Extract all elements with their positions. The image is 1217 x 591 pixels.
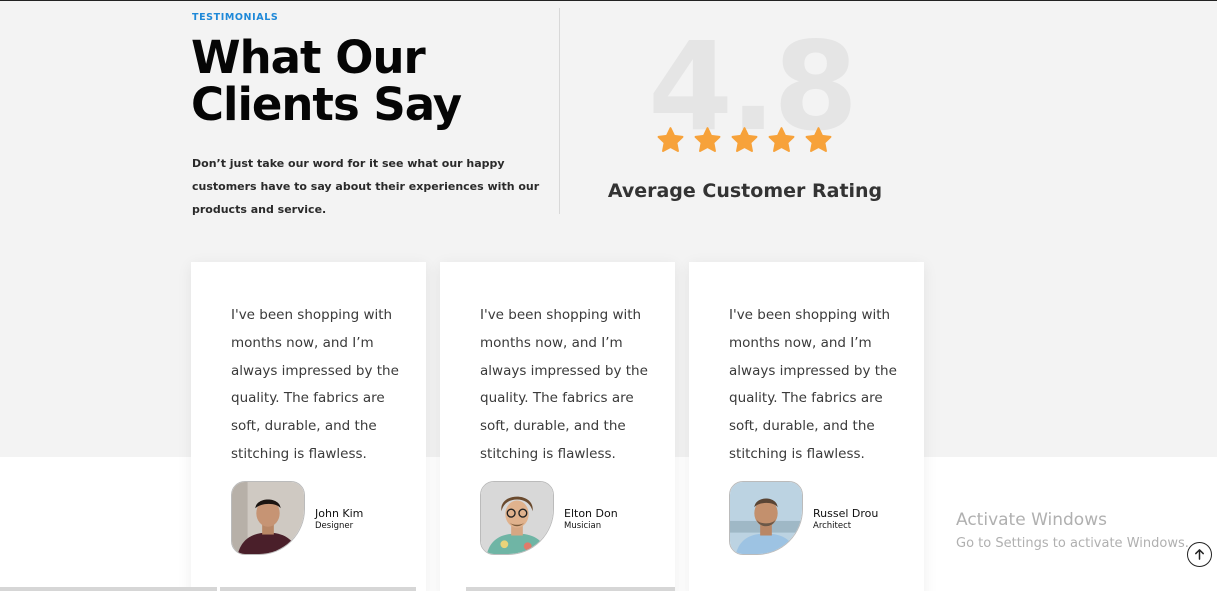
section-title-line1: What Our [191,31,426,84]
activate-windows-title: Activate Windows [956,510,1107,530]
scrollbar-track[interactable] [0,587,217,591]
testimonial-name: Elton Don [564,507,618,520]
scrollbar-track[interactable] [220,587,416,591]
avatar-photo [481,482,553,554]
arrow-up-icon [1195,549,1204,560]
testimonial-role: Musician [564,521,602,531]
testimonial-quote: I've been shopping with months now, and … [231,307,399,462]
testimonial-card: I've been shopping with months now, and … [440,262,675,591]
scrollbar-track[interactable] [466,587,675,591]
activate-windows-subtitle: Go to Settings to activate Windows. [956,536,1189,551]
rating-caption: Average Customer Rating [607,180,883,202]
avatar-photo [730,482,802,554]
star-icon [731,127,758,152]
section-eyebrow: TESTIMONIALS [192,12,279,23]
testimonial-card: I've been shopping with months now, and … [191,262,426,591]
star-icon [657,127,684,152]
section-title-line2: Clients Say [191,78,462,131]
section-title: What Our Clients Say [191,34,531,128]
testimonial-role: Architect [813,521,852,531]
avatar [729,481,803,555]
testimonial-name: Russel Drou [813,507,879,520]
testimonial-card: I've been shopping with months now, and … [689,262,924,591]
testimonial-role: Designer [315,521,354,531]
vertical-divider [559,8,560,214]
star-icon [768,127,795,152]
testimonial-name: John Kim [315,507,364,520]
star-icon [805,127,832,152]
section-subtitle: Don’t just take our word for it see what… [192,157,540,216]
testimonial-quote: I've been shopping with months now, and … [729,307,897,462]
avatar [480,481,554,555]
rating-stars [656,126,833,155]
star-icon [694,127,721,152]
avatar [231,481,305,555]
testimonial-quote: I've been shopping with months now, and … [480,307,648,462]
scroll-to-top-button[interactable] [1187,542,1212,567]
avatar-photo [232,482,304,554]
